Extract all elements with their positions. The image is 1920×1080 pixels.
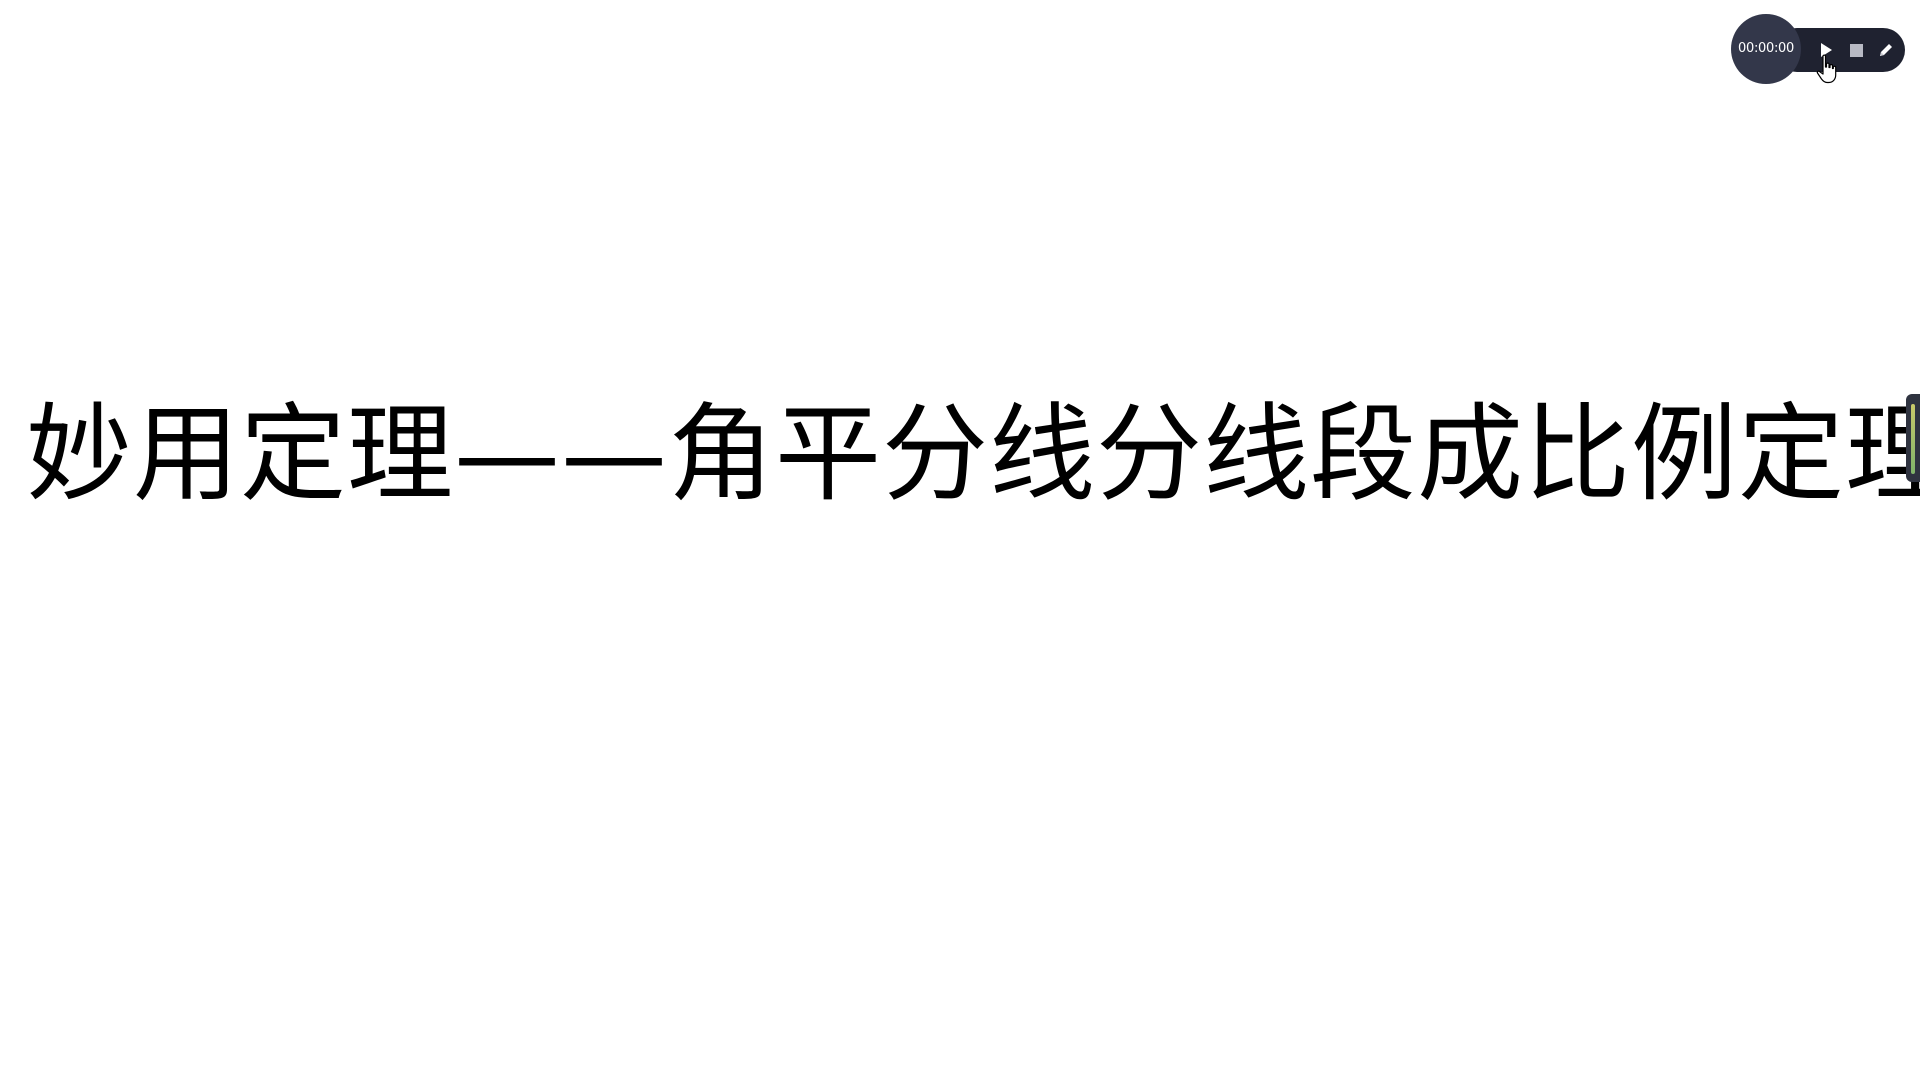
audio-level-bar (1911, 404, 1915, 474)
audio-level-meter (1906, 394, 1920, 482)
hand-cursor-icon (1816, 54, 1837, 84)
slide-title: 妙用定理——角平分线分线段成比例定理 (26, 393, 1920, 516)
pen-icon (1880, 44, 1892, 56)
recording-timer: 00:00:00 (1731, 14, 1801, 84)
stop-button[interactable] (1841, 28, 1871, 72)
pen-button[interactable] (1871, 28, 1901, 72)
stop-icon (1849, 43, 1863, 57)
